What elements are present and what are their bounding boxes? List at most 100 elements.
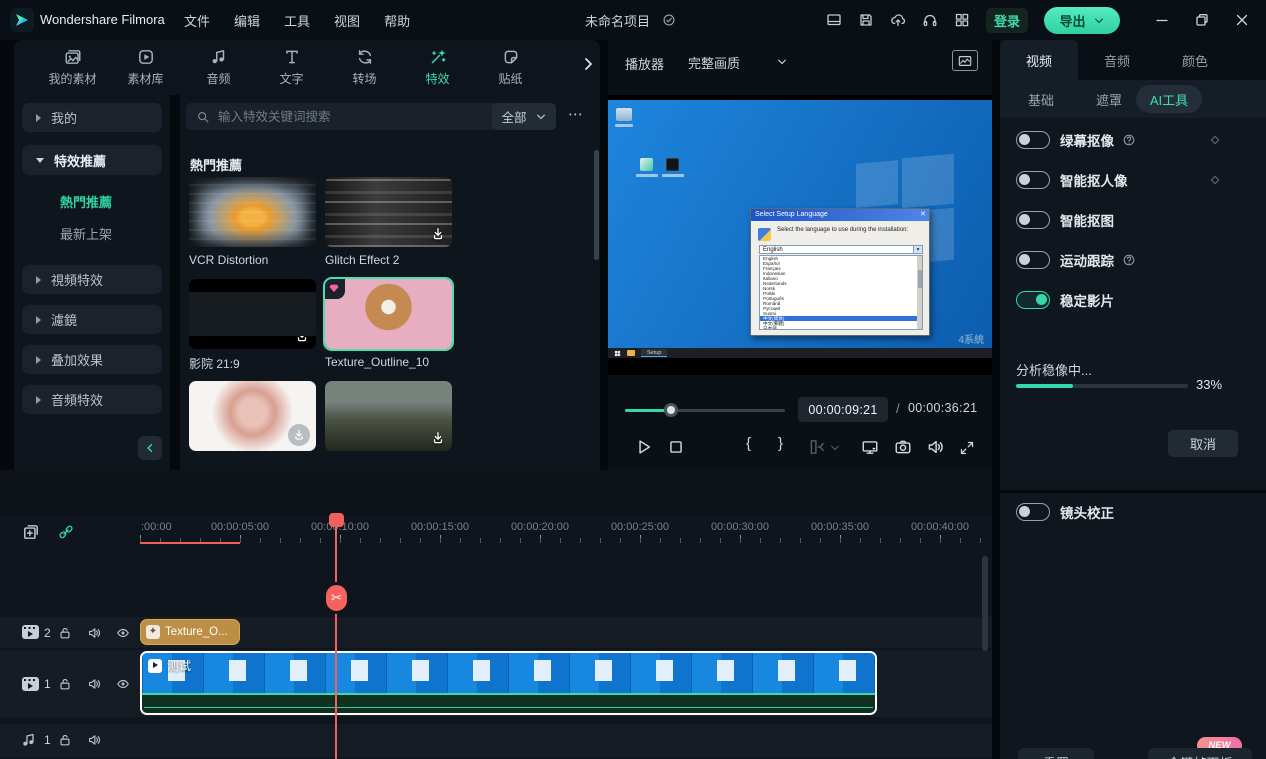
menu-help[interactable]: 帮助: [384, 11, 410, 30]
help-icon[interactable]: [1122, 253, 1136, 267]
login-button[interactable]: 登录: [986, 8, 1028, 33]
tab-audio[interactable]: 音频: [182, 40, 255, 95]
fullscreen-icon[interactable]: [959, 440, 975, 456]
category-recommended[interactable]: 特效推薦: [22, 145, 162, 175]
mute-icon[interactable]: [87, 626, 101, 640]
category-my[interactable]: 我的: [22, 103, 162, 132]
tab-text[interactable]: 文字: [255, 40, 328, 95]
search-input[interactable]: [218, 110, 448, 124]
clip-main-video[interactable]: 测试: [140, 651, 877, 715]
sidebar-collapse-button[interactable]: [138, 436, 162, 460]
smart-cutout-toggle[interactable]: [1016, 211, 1050, 229]
category-filters[interactable]: 濾鏡: [22, 305, 162, 334]
stabilization-toggle[interactable]: [1016, 291, 1050, 309]
keyframe-panel-button[interactable]: 全键帧面板: [1148, 748, 1252, 759]
restore-icon[interactable]: [1194, 12, 1210, 28]
effect-card-cinema-21-9[interactable]: 影院 21:9: [189, 279, 316, 372]
close-icon[interactable]: [1234, 12, 1250, 28]
track-audio-1: 1: [0, 724, 992, 757]
tab-effects[interactable]: 特效: [401, 40, 474, 95]
subtab-mask[interactable]: 遮罩: [1096, 90, 1122, 109]
ruler-label: 00:00:40:00: [911, 521, 969, 533]
effects-scrollbar[interactable]: [594, 150, 599, 260]
support-icon[interactable]: [922, 12, 938, 28]
tab-audio-props[interactable]: 音频: [1078, 40, 1156, 80]
project-name-group: 未命名项目: [585, 0, 676, 40]
lock-icon[interactable]: [58, 677, 72, 691]
menu-edit[interactable]: 编辑: [234, 11, 260, 30]
caret-right-icon: [36, 396, 41, 404]
ai-portrait-toggle[interactable]: [1016, 171, 1050, 189]
menu-file[interactable]: 文件: [184, 11, 210, 30]
menu-view[interactable]: 视图: [334, 11, 360, 30]
display-device-icon[interactable]: [861, 438, 879, 456]
quality-dropdown[interactable]: 完整画质: [688, 48, 788, 76]
split-icon[interactable]: [808, 438, 826, 456]
reset-button[interactable]: 重置: [1018, 748, 1094, 759]
volume-icon[interactable]: [926, 438, 944, 456]
effect-card-texture-outline-10[interactable]: Texture_Outline_10: [325, 279, 452, 369]
play-icon[interactable]: [635, 438, 653, 456]
tab-transitions[interactable]: 转场: [328, 40, 401, 95]
add-marker-icon[interactable]: [22, 523, 40, 541]
tab-stock-media[interactable]: 素材库: [109, 40, 182, 95]
seek-handle[interactable]: [664, 403, 678, 417]
playhead-scissors-button[interactable]: ✂: [323, 582, 350, 614]
lock-icon[interactable]: [58, 626, 72, 640]
current-timecode[interactable]: 00:00:09:21: [798, 397, 888, 422]
effect-card-glitch-effect-2[interactable]: Glitch Effect 2: [325, 177, 452, 267]
link-clips-icon[interactable]: [58, 524, 74, 540]
taskbar: Setup: [608, 348, 992, 358]
subtab-ai-tools[interactable]: AI工具: [1136, 85, 1202, 113]
lens-correction-toggle[interactable]: [1016, 503, 1050, 521]
tab-color[interactable]: 颜色: [1156, 40, 1234, 80]
scopes-button[interactable]: [952, 50, 978, 71]
tab-my-media[interactable]: 我的素材: [36, 40, 109, 95]
motion-tracking-toggle[interactable]: [1016, 251, 1050, 269]
timeline-scrollbar[interactable]: [982, 556, 988, 651]
eye-icon[interactable]: [116, 626, 130, 640]
eye-icon[interactable]: [116, 677, 130, 691]
menu-tools[interactable]: 工具: [284, 11, 310, 30]
tab-stickers[interactable]: 贴纸: [474, 40, 547, 95]
plugins-icon[interactable]: [954, 12, 970, 28]
effect-card-partial[interactable]: [325, 381, 452, 451]
screen-mode-icon[interactable]: [826, 12, 842, 28]
snapshot-icon[interactable]: [894, 438, 912, 456]
keyframe-diamond-icon[interactable]: [1208, 133, 1222, 147]
subtab-basic[interactable]: 基础: [1028, 90, 1054, 109]
help-icon[interactable]: [1122, 133, 1136, 147]
playhead-flag[interactable]: [329, 513, 344, 527]
stop-icon[interactable]: [667, 438, 685, 456]
save-icon[interactable]: [858, 12, 874, 28]
player-label: 播放器: [625, 54, 664, 73]
effect-card-vcr-distortion[interactable]: VCR Distortion: [189, 177, 316, 267]
mark-out-icon[interactable]: }: [778, 435, 783, 452]
chevron-down-icon[interactable]: [829, 442, 841, 454]
more-options-icon[interactable]: ⋯: [568, 105, 584, 123]
category-overlays[interactable]: 叠加效果: [22, 345, 162, 374]
mark-in-icon[interactable]: {: [746, 435, 751, 452]
keyframe-diamond-icon[interactable]: [1208, 173, 1222, 187]
lock-icon[interactable]: [58, 733, 72, 747]
ruler-minor-ticks[interactable]: [140, 538, 992, 543]
playhead-line[interactable]: [335, 516, 337, 759]
effect-card-partial[interactable]: [189, 381, 316, 451]
desktop-icon: [640, 158, 653, 171]
category-audio-effects[interactable]: 音頻特效: [22, 385, 162, 414]
category-newest[interactable]: 最新上架: [14, 220, 170, 246]
category-hot[interactable]: 熱門推薦: [14, 188, 170, 214]
cancel-button[interactable]: 取消: [1168, 430, 1238, 457]
seek-bar[interactable]: [625, 409, 785, 412]
tab-strip-expand-icon[interactable]: [580, 56, 596, 72]
cloud-upload-icon[interactable]: [890, 12, 906, 28]
export-button[interactable]: 导出: [1044, 7, 1120, 34]
clip-texture-overlay[interactable]: ✦ Texture_O...: [140, 619, 240, 645]
mute-icon[interactable]: [87, 733, 101, 747]
tab-video[interactable]: 视频: [1000, 40, 1078, 80]
minimize-icon[interactable]: [1154, 12, 1170, 28]
green-screen-toggle[interactable]: [1016, 131, 1050, 149]
mute-icon[interactable]: [87, 677, 101, 691]
filter-dropdown[interactable]: 全部: [492, 103, 556, 130]
category-video-effects[interactable]: 視頻特效: [22, 265, 162, 294]
